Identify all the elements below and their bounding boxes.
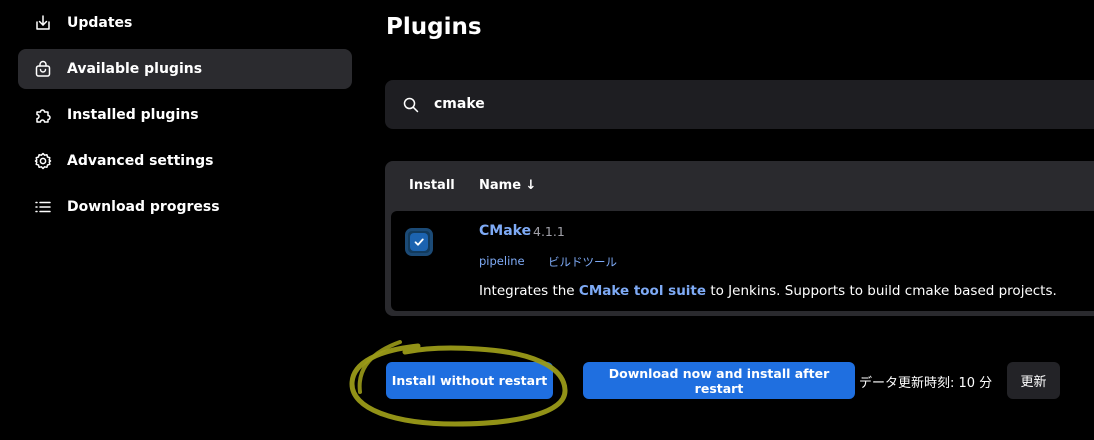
download-icon [34, 14, 52, 32]
shopping-bag-icon [34, 60, 52, 78]
plugin-manager-page: Updates Available plugins Installed plug… [0, 0, 1094, 440]
sidebar-item-installed-plugins[interactable]: Installed plugins [18, 95, 352, 135]
sidebar-item-advanced-settings[interactable]: Advanced settings [18, 141, 352, 181]
checkmark-icon [410, 233, 428, 251]
sidebar-item-updates[interactable]: Updates [18, 3, 352, 43]
column-header-name[interactable]: Name ↓ [479, 178, 536, 193]
plugin-name-link[interactable]: CMake [479, 223, 531, 239]
description-link[interactable]: CMake tool suite [579, 283, 706, 299]
data-updated-time: データ更新時刻: 10 分 [859, 376, 993, 391]
search-icon [402, 96, 420, 114]
install-checkbox[interactable] [405, 228, 433, 256]
table-row: CMake 4.1.1 pipeline ビルドツール Integrates t… [391, 211, 1094, 311]
sidebar-item-available-plugins[interactable]: Available plugins [18, 49, 352, 89]
description-suffix: to Jenkins. Supports to build cmake base… [706, 283, 1057, 299]
sidebar-item-download-progress[interactable]: Download progress [18, 187, 352, 227]
sidebar-item-label: Installed plugins [67, 107, 199, 123]
gear-icon [34, 152, 52, 170]
puzzle-icon [34, 106, 52, 124]
sidebar-item-label: Updates [67, 15, 133, 31]
download-and-install-after-restart-button[interactable]: Download now and install after restart [583, 362, 855, 399]
column-header-install: Install [409, 178, 455, 193]
refresh-button[interactable]: 更新 [1007, 362, 1060, 399]
plugin-tag[interactable]: ビルドツール [548, 254, 617, 270]
search-bar[interactable] [385, 80, 1094, 129]
plugins-table: Install Name ↓ CMake 4.1.1 pipeline ビルドツ… [385, 161, 1094, 316]
page-title: Plugins [386, 14, 482, 40]
plugin-version: 4.1.1 [533, 224, 565, 239]
plugin-description: Integrates the CMake tool suite to Jenki… [479, 283, 1057, 299]
description-prefix: Integrates the [479, 283, 579, 299]
sidebar-item-label: Advanced settings [67, 153, 214, 169]
list-icon [34, 198, 52, 216]
install-without-restart-button[interactable]: Install without restart [386, 362, 553, 399]
plugin-tag[interactable]: pipeline [479, 254, 525, 268]
sidebar: Updates Available plugins Installed plug… [18, 0, 352, 233]
sidebar-item-label: Download progress [67, 199, 220, 215]
sidebar-item-label: Available plugins [67, 61, 203, 77]
search-input[interactable] [434, 90, 1034, 118]
